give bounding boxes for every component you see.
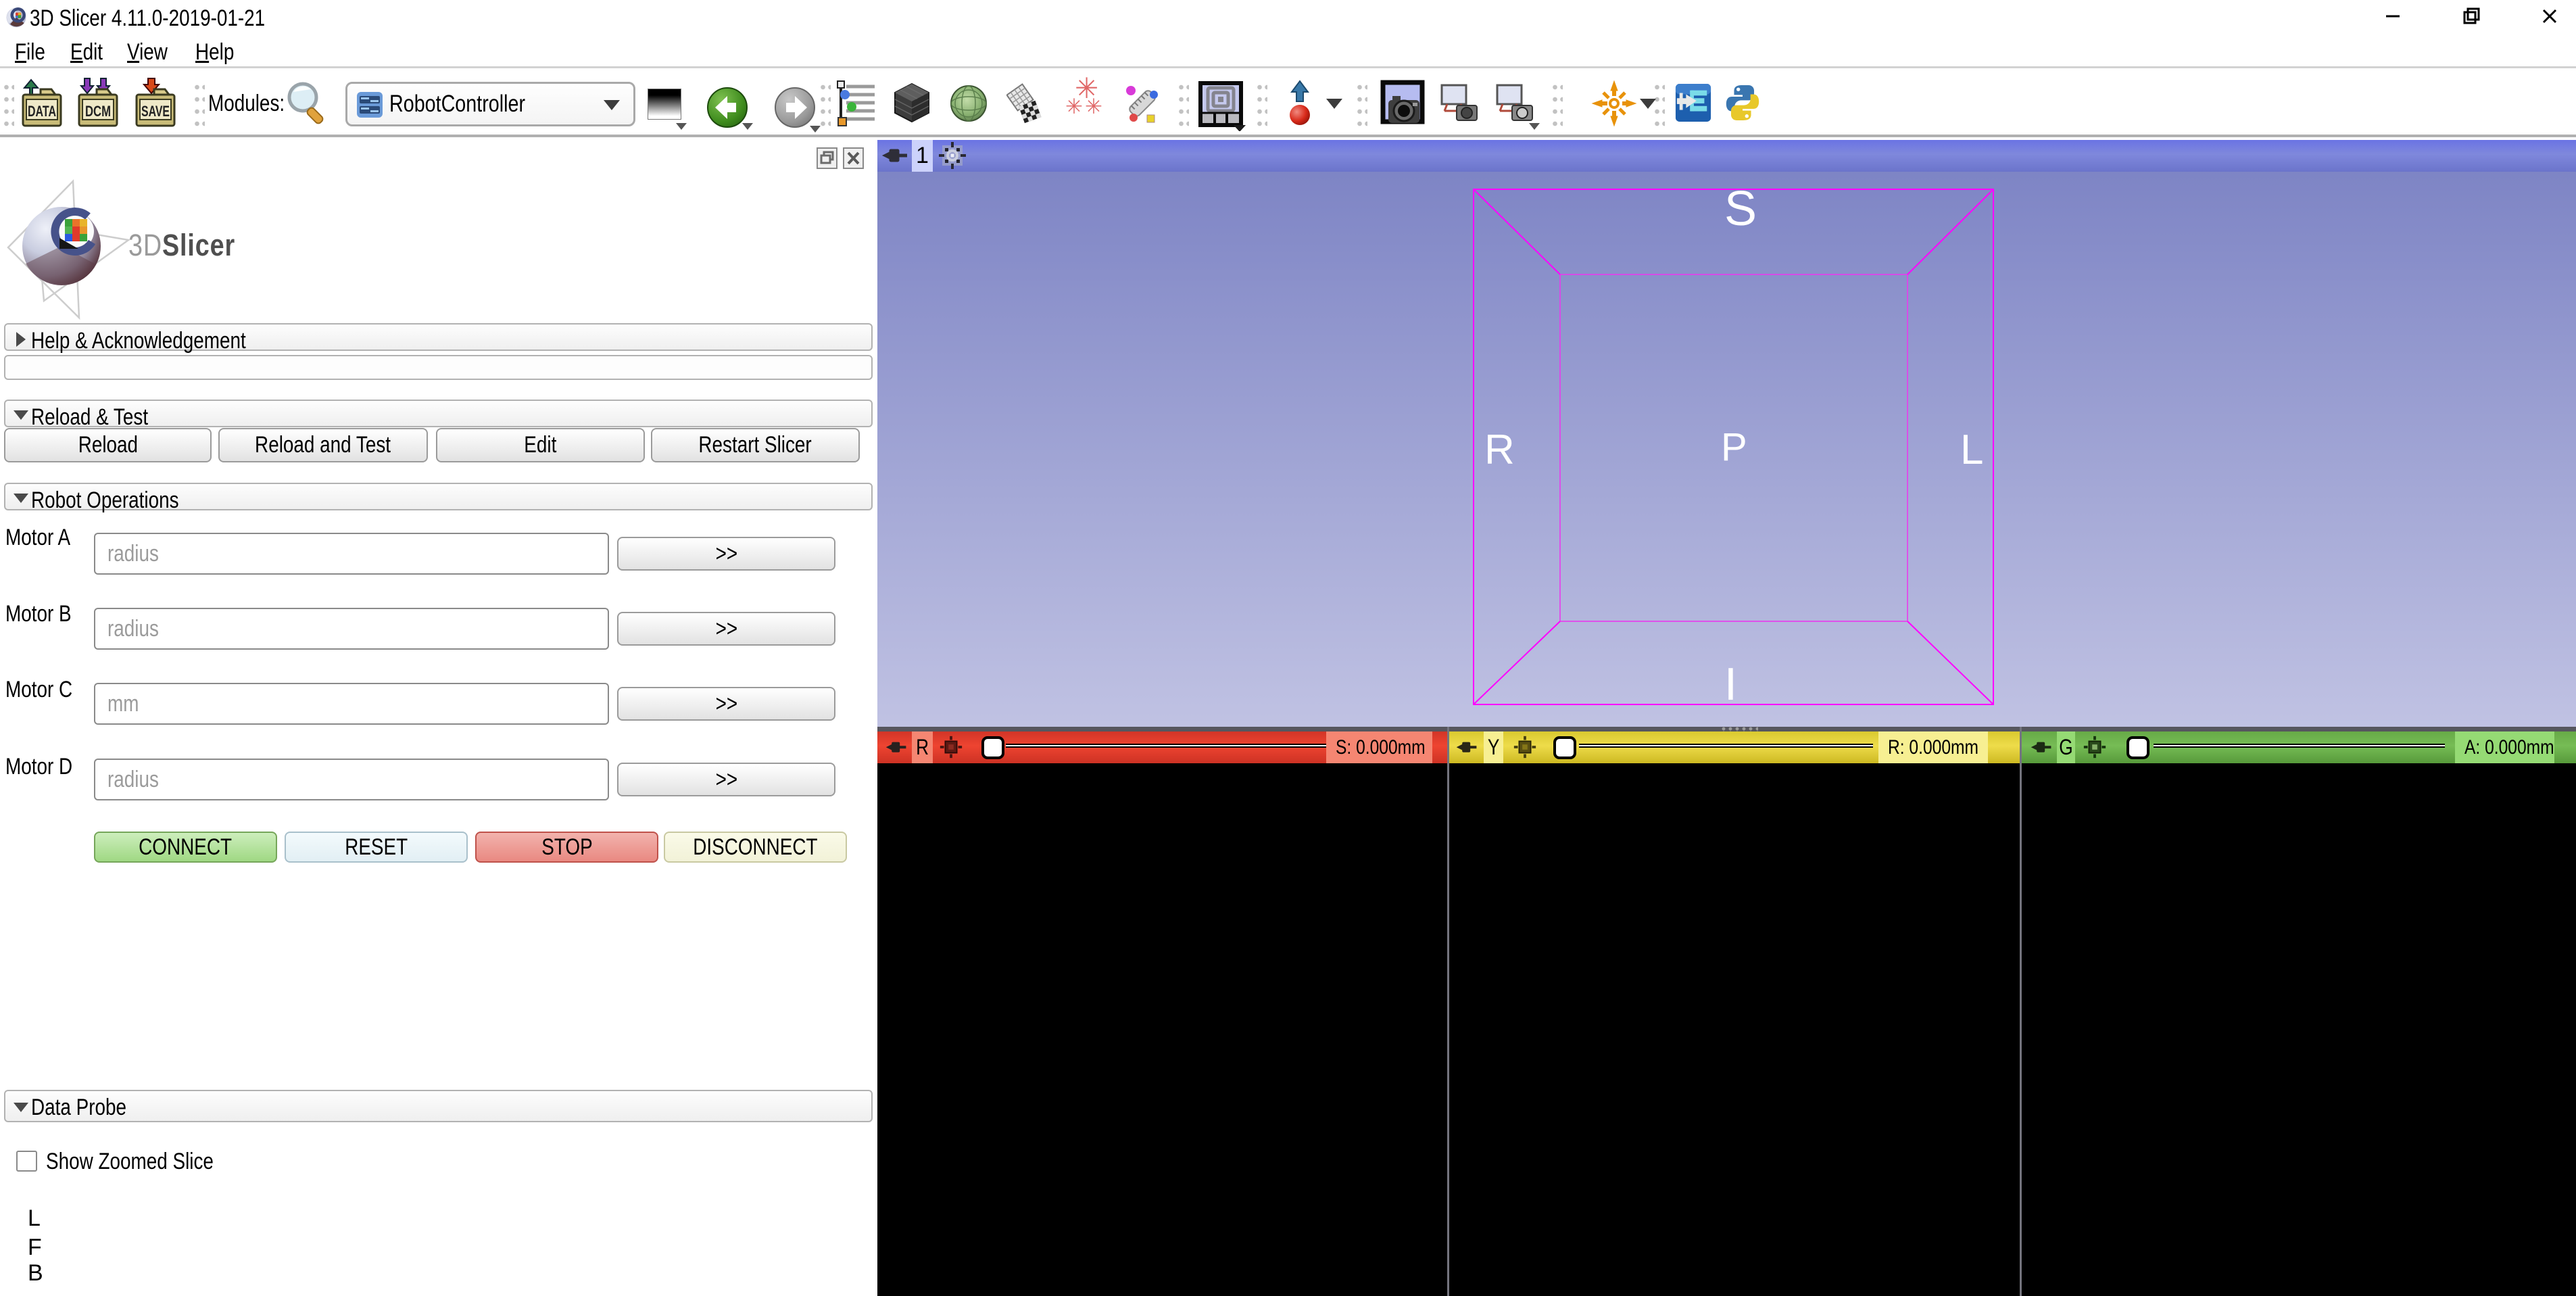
- svg-text:I: I: [1724, 658, 1737, 710]
- svg-text:S: S: [1724, 182, 1757, 236]
- svg-text:DATA: DATA: [28, 103, 56, 120]
- svg-text:L: L: [1960, 427, 1983, 473]
- svg-text:R: R: [1484, 427, 1515, 473]
- svg-text:DCM: DCM: [85, 103, 111, 120]
- svg-text:3DSlicer: 3DSlicer: [128, 228, 235, 262]
- svg-text:SAVE: SAVE: [141, 103, 170, 120]
- svg-text:P: P: [1721, 425, 1747, 469]
